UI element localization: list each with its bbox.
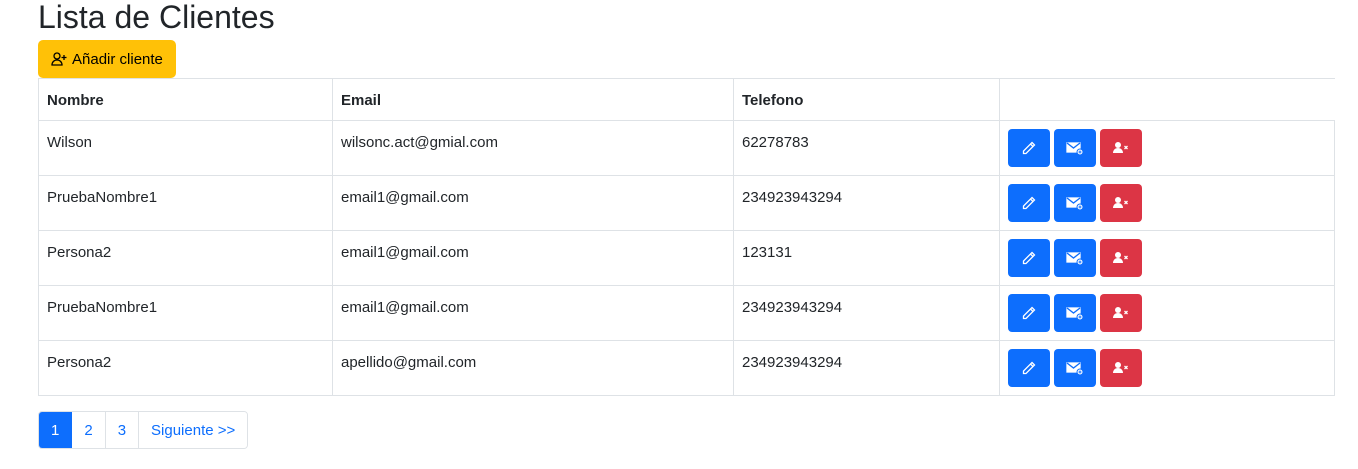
person-x-icon bbox=[1112, 250, 1130, 266]
column-header-telefono: Telefono bbox=[733, 78, 1000, 121]
cell-nombre: PruebaNombre1 bbox=[38, 285, 333, 341]
table-row: Persona2 apellido@gmail.com 234923943294 bbox=[38, 340, 1335, 396]
pencil-icon bbox=[1021, 140, 1037, 156]
cell-email: email1@gmail.com bbox=[332, 230, 734, 286]
page-link-3[interactable]: 3 bbox=[105, 412, 140, 448]
edit-client-button[interactable] bbox=[1008, 294, 1050, 332]
pencil-icon bbox=[1021, 305, 1037, 321]
envelope-icon bbox=[1066, 140, 1084, 156]
cell-actions bbox=[999, 340, 1335, 396]
envelope-icon bbox=[1066, 305, 1084, 321]
cell-actions bbox=[999, 230, 1335, 286]
next-page-link[interactable]: Siguiente >> bbox=[139, 412, 248, 448]
pencil-icon bbox=[1021, 360, 1037, 376]
edit-client-button[interactable] bbox=[1008, 129, 1050, 167]
mail-client-button[interactable] bbox=[1054, 294, 1096, 332]
cell-telefono: 123131 bbox=[733, 230, 1000, 286]
envelope-icon bbox=[1066, 250, 1084, 266]
delete-client-button[interactable] bbox=[1100, 349, 1142, 387]
cell-nombre: Wilson bbox=[38, 120, 333, 176]
delete-client-button[interactable] bbox=[1100, 129, 1142, 167]
column-header-nombre: Nombre bbox=[38, 78, 333, 121]
edit-client-button[interactable] bbox=[1008, 239, 1050, 277]
mail-client-button[interactable] bbox=[1054, 239, 1096, 277]
table-header-row: Nombre Email Telefono bbox=[38, 78, 1335, 121]
envelope-icon bbox=[1066, 195, 1084, 211]
cell-email: email1@gmail.com bbox=[332, 175, 734, 231]
mail-client-button[interactable] bbox=[1054, 349, 1096, 387]
cell-email: wilsonc.act@gmial.com bbox=[332, 120, 734, 176]
column-header-actions bbox=[999, 78, 1335, 121]
add-client-button[interactable]: Añadir cliente bbox=[38, 40, 176, 78]
person-add-icon bbox=[51, 51, 67, 67]
delete-client-button[interactable] bbox=[1100, 239, 1142, 277]
delete-client-button[interactable] bbox=[1100, 294, 1142, 332]
table-row: Wilson wilsonc.act@gmial.com 62278783 bbox=[38, 120, 1335, 176]
table-row: PruebaNombre1 email1@gmail.com 23492394329… bbox=[38, 175, 1335, 231]
table-row: Persona2 email1@gmail.com 123131 bbox=[38, 230, 1335, 286]
pencil-icon bbox=[1021, 195, 1037, 211]
page: Lista de Clientes Añadir cliente Nombre … bbox=[0, 0, 1358, 469]
cell-telefono: 234923943294 bbox=[733, 175, 1000, 231]
clients-table: Nombre Email Telefono Wilson wilsonc.act@… bbox=[38, 78, 1335, 396]
cell-email: email1@gmail.com bbox=[332, 285, 734, 341]
page-link-1[interactable]: 1 bbox=[39, 412, 73, 448]
cell-nombre: Persona2 bbox=[38, 230, 333, 286]
mail-client-button[interactable] bbox=[1054, 184, 1096, 222]
cell-telefono: 234923943294 bbox=[733, 340, 1000, 396]
cell-nombre: PruebaNombre1 bbox=[38, 175, 333, 231]
add-client-label: Añadir cliente bbox=[72, 50, 163, 68]
cell-actions bbox=[999, 120, 1335, 176]
pagination: 1 2 3 Siguiente >> bbox=[38, 411, 249, 449]
cell-telefono: 234923943294 bbox=[733, 285, 1000, 341]
cell-actions bbox=[999, 285, 1335, 341]
delete-client-button[interactable] bbox=[1100, 184, 1142, 222]
cell-telefono: 62278783 bbox=[733, 120, 1000, 176]
pencil-icon bbox=[1021, 250, 1037, 266]
person-x-icon bbox=[1112, 305, 1130, 321]
person-x-icon bbox=[1112, 140, 1130, 156]
person-x-icon bbox=[1112, 360, 1130, 376]
page-link-2[interactable]: 2 bbox=[72, 412, 106, 448]
cell-actions bbox=[999, 175, 1335, 231]
envelope-icon bbox=[1066, 360, 1084, 376]
mail-client-button[interactable] bbox=[1054, 129, 1096, 167]
cell-email: apellido@gmail.com bbox=[332, 340, 734, 396]
page-title: Lista de Clientes bbox=[38, 0, 275, 35]
person-x-icon bbox=[1112, 195, 1130, 211]
column-header-email: Email bbox=[332, 78, 734, 121]
table-row: PruebaNombre1 email1@gmail.com 23492394329… bbox=[38, 285, 1335, 341]
edit-client-button[interactable] bbox=[1008, 184, 1050, 222]
cell-nombre: Persona2 bbox=[38, 340, 333, 396]
edit-client-button[interactable] bbox=[1008, 349, 1050, 387]
